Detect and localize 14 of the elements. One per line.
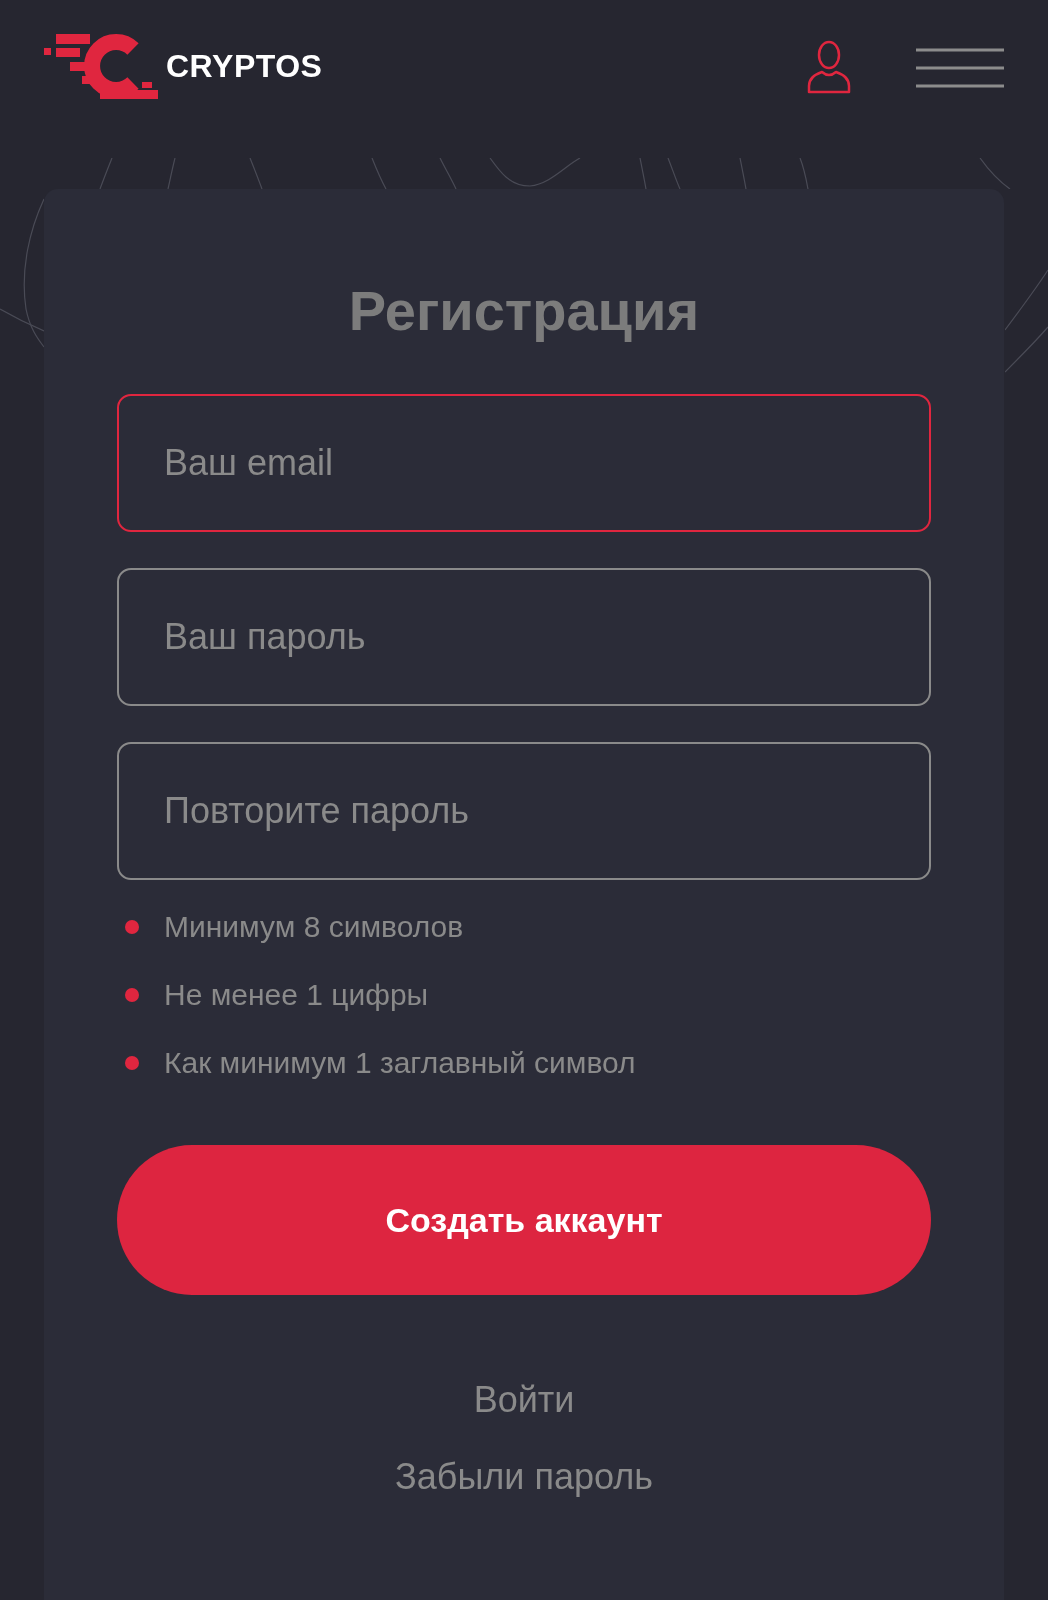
form-title: Регистрация [347, 280, 701, 342]
menu-icon[interactable] [916, 48, 1004, 88]
requirement-text: Не менее 1 цифры [164, 980, 429, 1010]
create-account-button[interactable]: Создать аккаунт [117, 1145, 931, 1295]
logo-text[interactable]: CRYPTOS [166, 50, 323, 82]
input-field[interactable]: Повторите пароль [117, 742, 931, 880]
input-field[interactable]: Ваш пароль [117, 568, 931, 706]
login-link[interactable]: Войти [473, 1361, 575, 1438]
requirement-text: Минимум 8 символов [164, 912, 464, 942]
forgot-password-link[interactable]: Забыли пароль [395, 1438, 653, 1515]
logo-icon[interactable] [44, 32, 158, 100]
user-icon[interactable] [806, 40, 852, 94]
requirement-text: Как минимум 1 заглавный символ [164, 1048, 636, 1078]
input-field[interactable]: Ваш email [117, 394, 931, 532]
